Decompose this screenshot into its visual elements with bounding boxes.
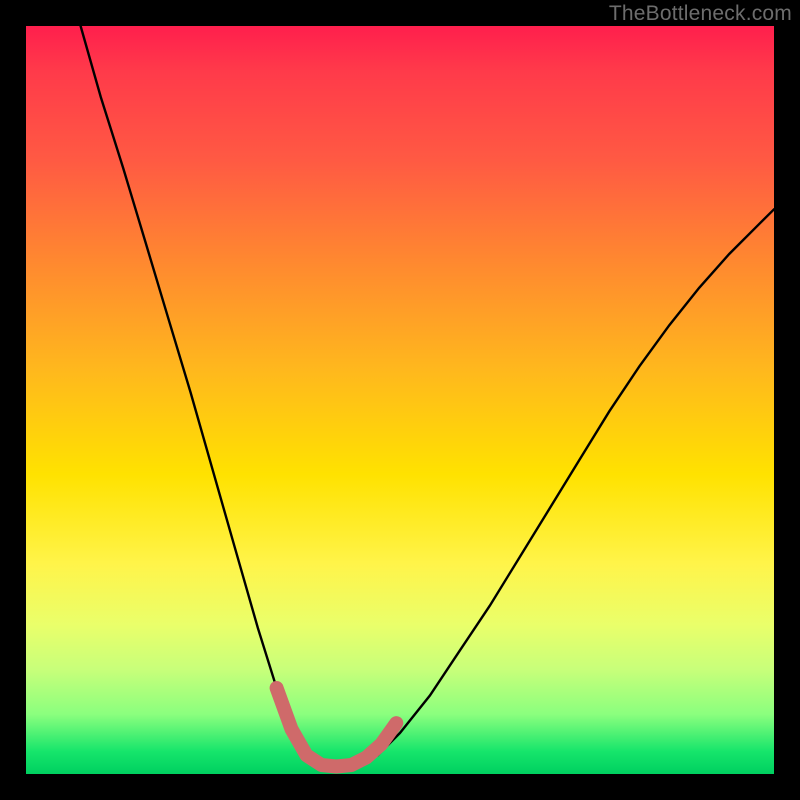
valley-highlight bbox=[277, 688, 397, 767]
watermark-text: TheBottleneck.com bbox=[609, 2, 792, 26]
bottleneck-curve bbox=[81, 26, 774, 767]
chart-svg bbox=[26, 26, 774, 774]
plot-area bbox=[26, 26, 774, 774]
chart-frame: TheBottleneck.com bbox=[0, 0, 800, 800]
